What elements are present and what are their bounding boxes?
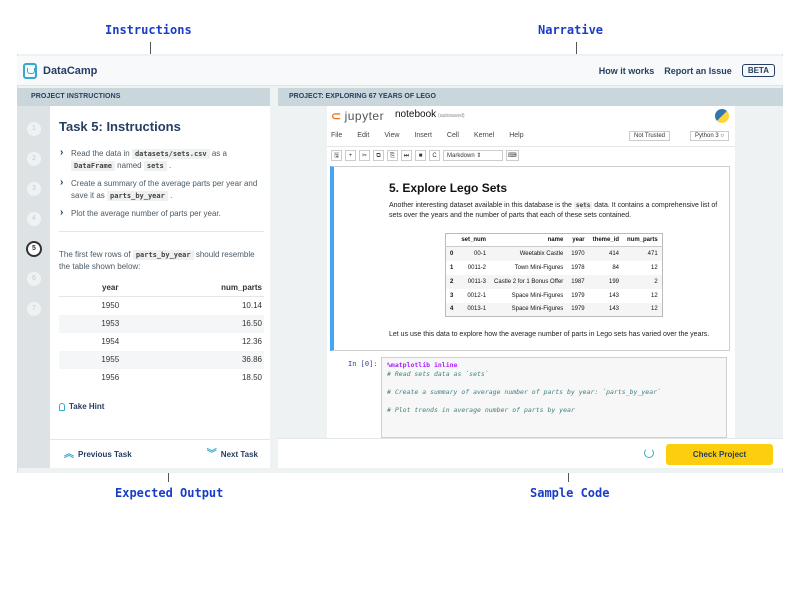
menu-edit[interactable]: Edit [357, 132, 369, 139]
menu-kernel[interactable]: Kernel [474, 132, 494, 139]
instruction-item: Create a summary of the average parts pe… [59, 177, 264, 202]
step-7[interactable]: 7 [27, 302, 41, 316]
nav-report-issue[interactable]: Report an Issue [664, 66, 732, 76]
top-bar: DataCamp How it works Report an Issue BE… [17, 56, 783, 86]
table-row: 2 0011-3 Castle 2 for 1 Bonus Offer 1987 199… [445, 274, 663, 289]
table-row: 1954 12.36 [101, 337, 262, 346]
save-icon[interactable]: 🖫 [331, 150, 342, 161]
jupyter-header: ⊂ jupyter notebook (autosaved) File Edit V… [327, 106, 735, 164]
code-line: %matplotlib inline [387, 361, 458, 369]
lightbulb-icon [59, 402, 65, 411]
check-project-button[interactable]: Check Project [666, 444, 773, 465]
code-line: # Read sets data as `sets` [387, 370, 489, 378]
next-task-button[interactable]: ︾ Next Task [206, 448, 258, 460]
table-row: 1955 36.86 [59, 350, 264, 369]
markdown-cell[interactable]: 5. Explore Lego Sets Another interesting… [330, 166, 730, 351]
table-row: 1950 10.14 [101, 301, 262, 311]
paste-icon[interactable]: ⎘ [387, 150, 398, 161]
instructions-header: PROJECT INSTRUCTIONS [17, 88, 270, 106]
cut-icon[interactable]: ✂ [359, 150, 370, 161]
column-header-num-parts: num_parts [161, 279, 264, 297]
table-row: 3 0012-1 Space Mini-Figures 1979 143 12 [450, 292, 658, 299]
code-cell[interactable]: In [0]: %matplotlib inline # Read sets d… [330, 354, 730, 438]
menu-view[interactable]: View [384, 132, 399, 139]
previous-task-button[interactable]: ︽ Previous Task [64, 448, 132, 460]
python-logo-icon [715, 109, 729, 123]
take-hint-label: Take Hint [69, 402, 105, 411]
add-cell-icon[interactable]: + [345, 150, 356, 161]
menu-bar: File Edit View Insert Cell Kernel Help [331, 132, 524, 139]
step-5-active[interactable]: 5 [26, 241, 42, 257]
table-row: 4 0013-1 Space Mini-Figures 1979 143 12 [445, 302, 663, 317]
stop-icon[interactable]: ■ [415, 150, 426, 161]
run-icon[interactable]: ⏭ [401, 150, 412, 161]
datacamp-logo-icon [23, 63, 37, 79]
cell-type-select[interactable]: Markdown ⇕ [443, 150, 503, 161]
kernel-status: Python 3 ○ [690, 131, 729, 141]
double-chevron-up-icon: ︽ [64, 448, 74, 460]
dataframe-table: set_num name year theme_id num_parts 0 00-1 We… [445, 233, 663, 317]
step-3[interactable]: 3 [27, 182, 41, 196]
expected-output-table: year num_parts 1950 10.14 1953 16.50 1954 1… [59, 279, 264, 387]
menu-cell[interactable]: Cell [447, 132, 459, 139]
markdown-heading: 5. Explore Lego Sets [389, 181, 508, 195]
take-hint-button[interactable]: Take Hint [59, 402, 104, 411]
step-4[interactable]: 4 [27, 212, 41, 226]
double-chevron-down-icon: ︾ [206, 448, 217, 460]
divider [59, 231, 264, 232]
task-stepper: 1 2 3 4 5 6 7 [17, 106, 50, 468]
instruction-list: Read the data in datasets/sets.csv as a … [59, 147, 264, 226]
copy-icon[interactable]: ⧉ [373, 150, 384, 161]
instructions-panel: Task 5: Instructions Read the data in da… [50, 106, 270, 468]
markdown-text-2: Let us use this data to explore how the … [389, 331, 710, 338]
callout-expected-output: Expected Output [115, 486, 224, 500]
reset-icon[interactable] [644, 448, 654, 458]
column-header-year: year [59, 279, 162, 297]
callout-narrative: Narrative [538, 23, 604, 37]
task-navigation: ︽ Previous Task ︾ Next Task [50, 439, 270, 468]
callout-sample-code: Sample Code [530, 486, 610, 500]
notebook-toolbar: 🖫 + ✂ ⧉ ⎘ ⏭ ■ C Markdown ⇕ ⌨ [327, 146, 735, 162]
cell-prompt: In [0]: [348, 360, 378, 368]
notebook-panel: ⊂ jupyter notebook (autosaved) File Edit V… [278, 106, 783, 438]
menu-insert[interactable]: Insert [414, 132, 432, 139]
step-2[interactable]: 2 [27, 152, 41, 166]
code-line: # Create a summary of average number of … [387, 388, 661, 396]
project-footer: Check Project [278, 438, 783, 468]
step-6[interactable]: 6 [27, 272, 41, 286]
instruction-item: Read the data in datasets/sets.csv as a … [59, 147, 264, 172]
menu-file[interactable]: File [331, 132, 342, 139]
table-row: 1953 16.50 [59, 314, 264, 333]
table-row: 1956 18.50 [101, 373, 262, 382]
top-nav: How it works Report an Issue BETA [599, 64, 775, 77]
keyboard-icon[interactable]: ⌨ [506, 150, 519, 161]
code-line: # Plot trends in average number of parts… [387, 406, 575, 414]
trust-status[interactable]: Not Trusted [629, 131, 671, 141]
code-editor[interactable]: %matplotlib inline # Read sets data as `… [381, 357, 727, 438]
expected-output-intro: The first few rows of parts_by_year shou… [59, 250, 255, 271]
jupyter-arc-icon: ⊂ [331, 109, 342, 123]
markdown-text: Another interesting dataset available in… [389, 202, 718, 219]
notebook-title[interactable]: notebook (autosaved) [395, 109, 465, 120]
nav-how-it-works[interactable]: How it works [599, 66, 655, 76]
table-row: 0 00-1 Weetabix Castle 1970 414 471 [445, 246, 663, 261]
beta-badge: BETA [741, 64, 775, 77]
menu-help[interactable]: Help [509, 132, 523, 139]
callout-instructions: Instructions [105, 23, 192, 37]
step-1[interactable]: 1 [27, 122, 41, 136]
jupyter-logo: ⊂ jupyter [331, 109, 385, 123]
brand-name: DataCamp [43, 65, 98, 77]
restart-icon[interactable]: C [429, 150, 440, 161]
table-row: 1 0011-2 Town Mini-Figures 1978 84 12 [450, 264, 658, 271]
instruction-item: Plot the average number of parts per yea… [59, 207, 264, 220]
project-header: PROJECT: EXPLORING 67 YEARS OF LEGO [278, 88, 783, 106]
task-title: Task 5: Instructions [59, 119, 181, 134]
notebook-body: 5. Explore Lego Sets Another interesting… [327, 164, 735, 438]
